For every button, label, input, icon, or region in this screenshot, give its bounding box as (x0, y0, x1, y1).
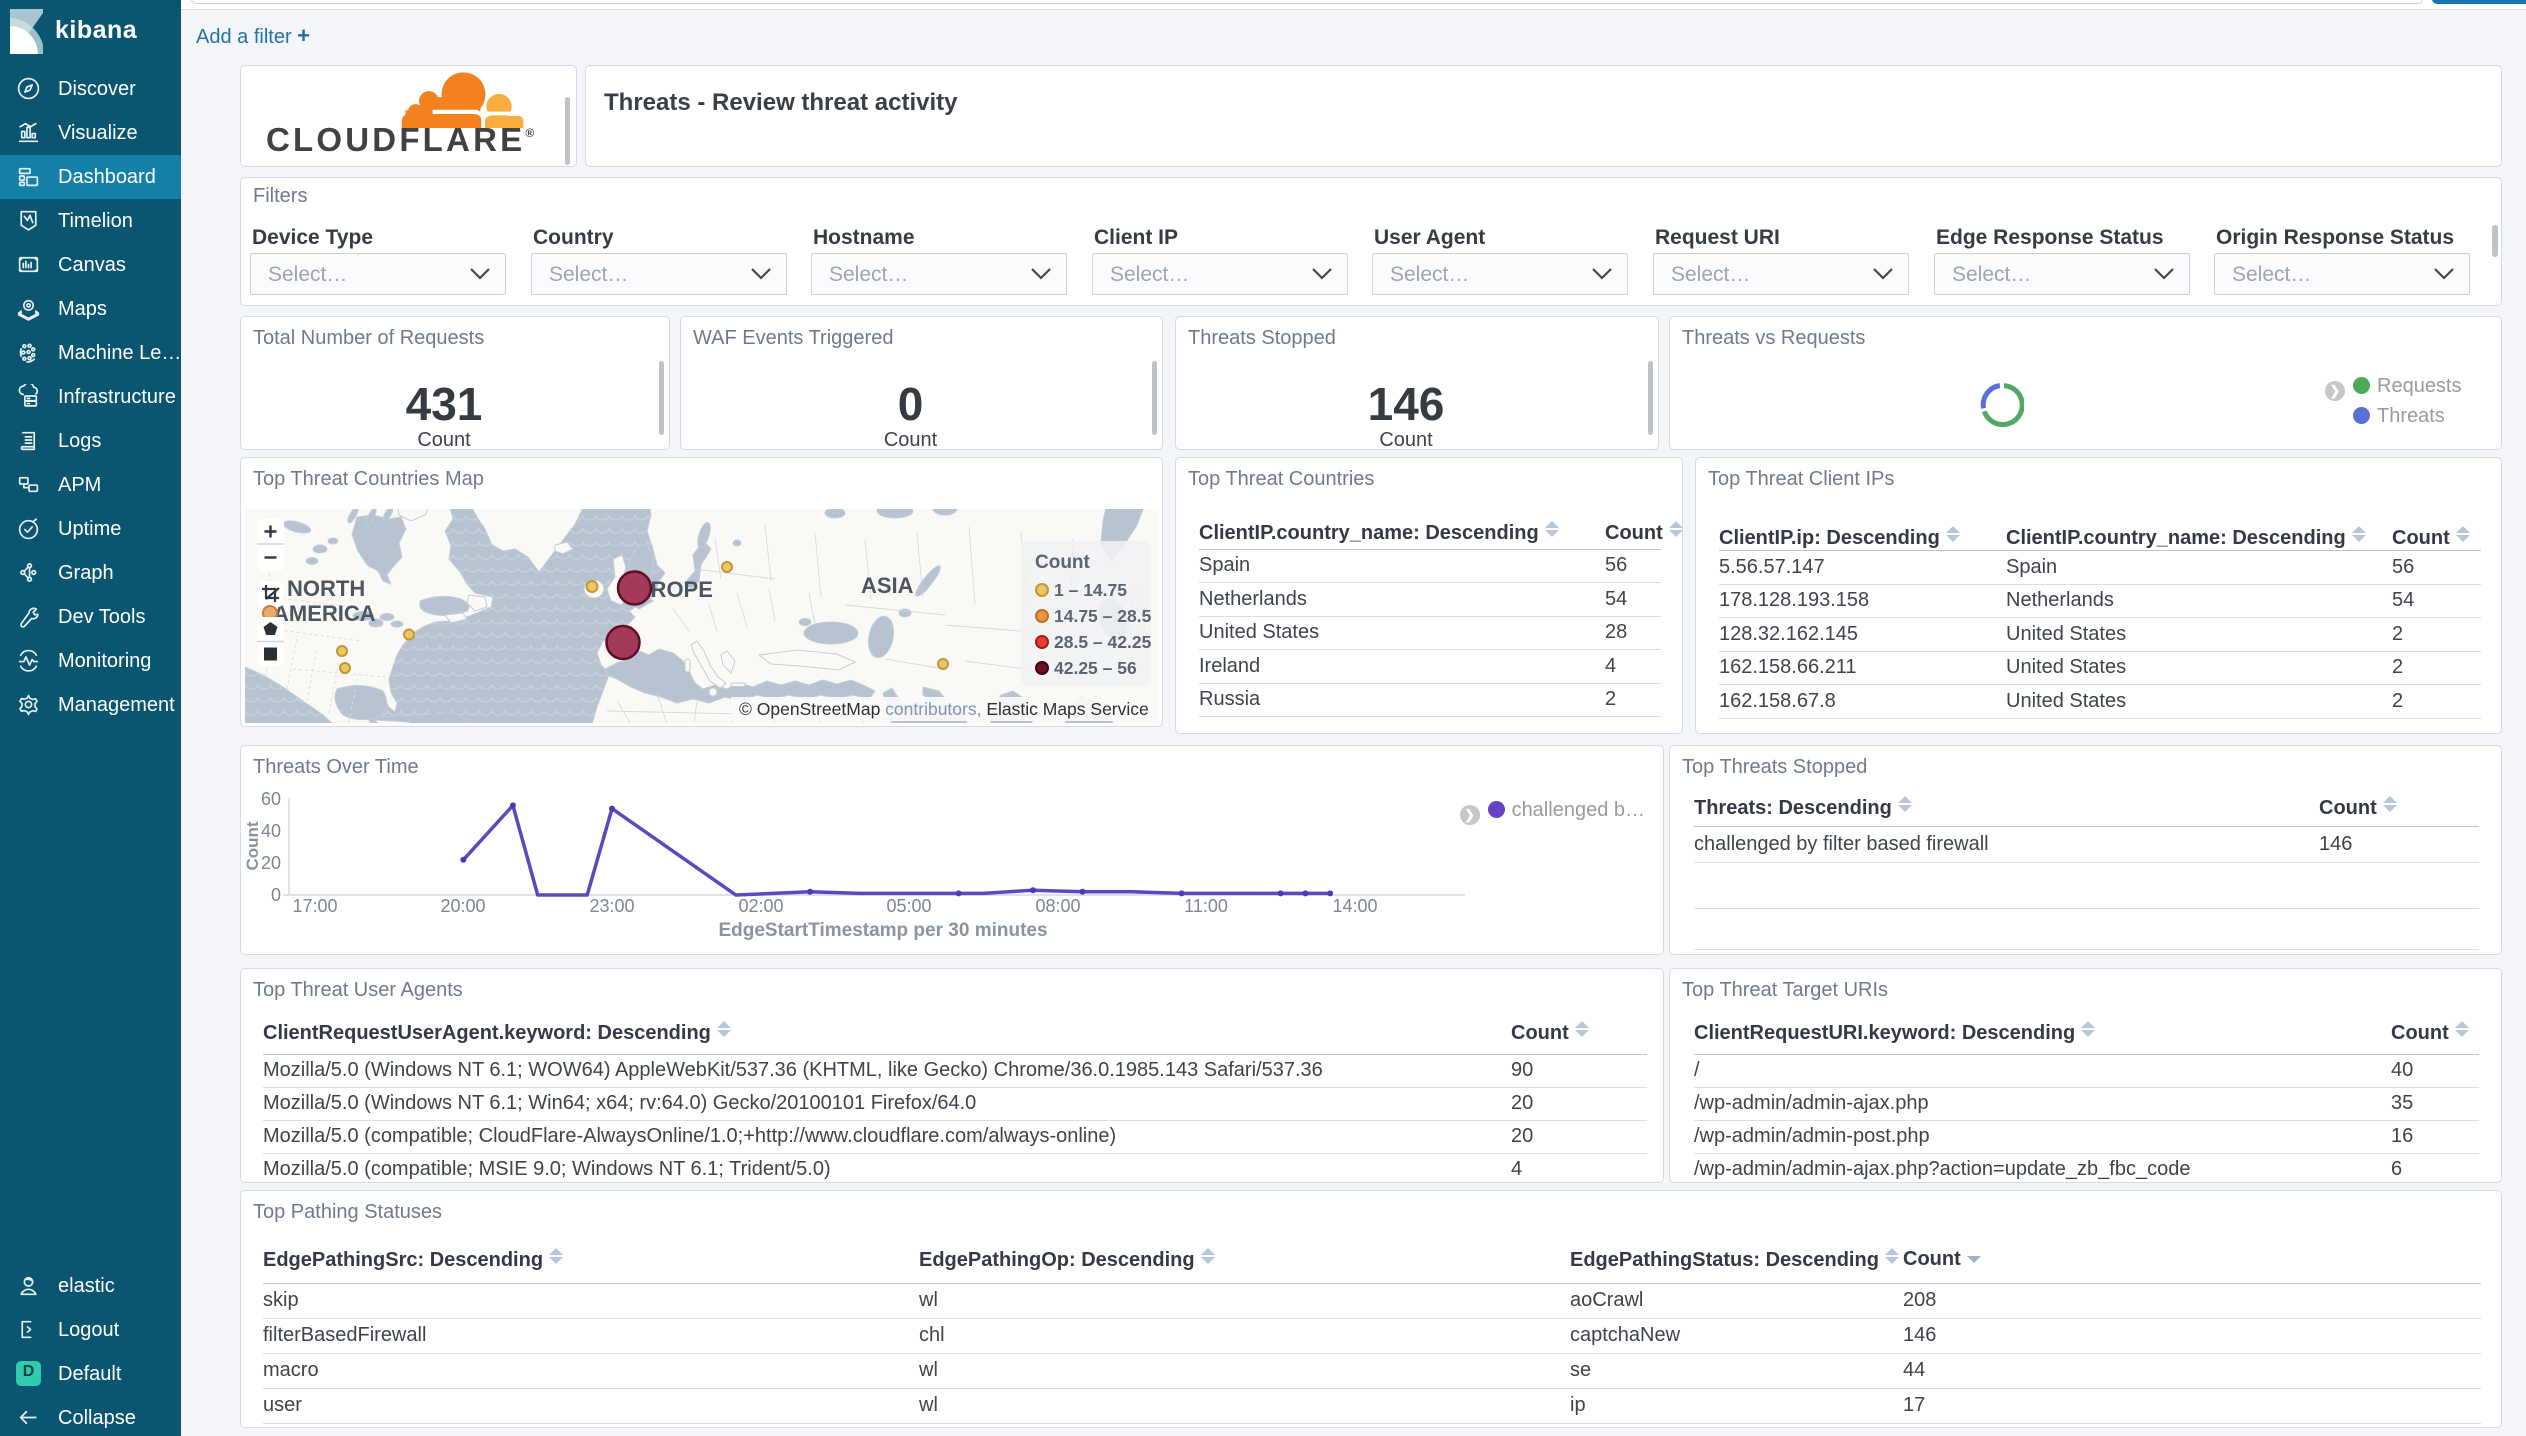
svg-text:20:00: 20:00 (440, 896, 485, 916)
svg-text:EdgeStartTimestamp per 30 minu: EdgeStartTimestamp per 30 minutes (718, 920, 1047, 941)
svg-text:40: 40 (261, 821, 281, 841)
svg-text:11:00: 11:00 (1184, 896, 1228, 916)
svg-text:NORTH: NORTH (287, 576, 365, 601)
svg-text:20: 20 (261, 853, 281, 873)
svg-text:1 – 14.75: 1 – 14.75 (1054, 580, 1127, 600)
svg-text:Count: Count (1035, 552, 1091, 573)
svg-text:Count: Count (243, 821, 262, 870)
svg-text:08:00: 08:00 (1035, 896, 1080, 916)
svg-text:0: 0 (271, 885, 281, 905)
svg-text:17:00: 17:00 (292, 896, 337, 916)
svg-text:05:00: 05:00 (886, 896, 931, 916)
svg-text:AMERICA: AMERICA (273, 601, 376, 626)
svg-text:23:00: 23:00 (589, 896, 634, 916)
svg-text:02:00: 02:00 (738, 896, 783, 916)
svg-text:14:00: 14:00 (1332, 896, 1377, 916)
svg-text:14.75 – 28.5: 14.75 – 28.5 (1054, 606, 1152, 626)
svg-text:42.25 – 56: 42.25 – 56 (1054, 658, 1137, 678)
svg-text:ASIA: ASIA (861, 573, 914, 598)
svg-text:© OpenStreetMap contributors,: © OpenStreetMap contributors, Elastic Ma… (739, 699, 1149, 719)
svg-text:60: 60 (261, 789, 281, 809)
svg-text:28.5 – 42.25: 28.5 – 42.25 (1054, 632, 1152, 652)
